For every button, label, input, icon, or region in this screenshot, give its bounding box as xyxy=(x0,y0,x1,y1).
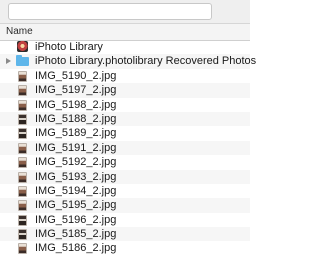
jpg-thumbnail-icon xyxy=(18,243,27,255)
file-name: IMG_5186_2.jpg xyxy=(35,242,117,255)
file-name: IMG_5188_2.jpg xyxy=(35,112,117,125)
jpg-thumbnail-icon xyxy=(18,214,27,226)
jpg-thumbnail-icon xyxy=(18,113,27,125)
jpg-thumbnail-icon xyxy=(18,200,27,212)
file-row[interactable]: IMG_5191_2.jpg xyxy=(0,140,250,156)
file-name: IMG_5191_2.jpg xyxy=(35,141,117,154)
file-row[interactable]: IMG_5195_2.jpg xyxy=(0,198,250,213)
file-row[interactable]: iPhoto Library.photolibrary Recovered Ph… xyxy=(0,54,256,69)
file-row[interactable]: IMG_5193_2.jpg xyxy=(0,169,250,184)
jpg-thumbnail-icon xyxy=(18,185,27,197)
iphoto-library-icon xyxy=(17,41,28,52)
file-name: IMG_5194_2.jpg xyxy=(35,184,117,197)
jpg-thumbnail-icon xyxy=(18,85,27,97)
jpg-thumbnail-icon xyxy=(18,229,27,241)
disclosure-triangle-icon[interactable] xyxy=(6,58,11,65)
file-name: IMG_5196_2.jpg xyxy=(35,213,117,226)
jpg-thumbnail-icon xyxy=(18,171,27,183)
file-list: iPhoto Library iPhoto Library.photolibrar… xyxy=(0,40,256,256)
file-name: IMG_5185_2.jpg xyxy=(35,228,117,241)
file-name: IMG_5190_2.jpg xyxy=(35,69,117,82)
file-name: IMG_5198_2.jpg xyxy=(35,98,117,111)
file-row[interactable]: iPhoto Library xyxy=(0,40,250,54)
file-name: IMG_5189_2.jpg xyxy=(35,127,117,140)
file-row[interactable]: IMG_5188_2.jpg xyxy=(0,111,250,127)
jpg-thumbnail-icon xyxy=(18,99,27,111)
name-column-header[interactable]: Name xyxy=(0,23,250,41)
jpg-thumbnail-icon xyxy=(18,142,27,154)
file-row[interactable]: IMG_5197_2.jpg xyxy=(0,83,250,98)
file-name: IMG_5197_2.jpg xyxy=(35,84,117,97)
jpg-thumbnail-icon xyxy=(18,70,27,82)
file-row[interactable]: IMG_5192_2.jpg xyxy=(0,155,250,169)
file-row[interactable]: IMG_5198_2.jpg xyxy=(0,98,250,112)
file-row[interactable]: IMG_5189_2.jpg xyxy=(0,126,250,140)
file-name: IMG_5195_2.jpg xyxy=(35,199,117,212)
file-name: iPhoto Library.photolibrary Recovered Ph… xyxy=(35,55,257,68)
file-name: IMG_5192_2.jpg xyxy=(35,156,117,169)
folder-icon xyxy=(16,55,29,67)
file-row[interactable]: IMG_5190_2.jpg xyxy=(0,69,250,83)
file-row[interactable]: IMG_5186_2.jpg xyxy=(0,241,250,255)
file-name: IMG_5193_2.jpg xyxy=(35,170,117,183)
jpg-thumbnail-icon xyxy=(18,128,27,140)
toolbar-field[interactable] xyxy=(8,3,212,20)
file-name: iPhoto Library xyxy=(35,41,103,53)
file-row[interactable]: IMG_5185_2.jpg xyxy=(0,227,250,242)
file-row[interactable]: IMG_5196_2.jpg xyxy=(0,213,250,227)
jpg-thumbnail-icon xyxy=(18,157,27,169)
name-column-header-label: Name xyxy=(6,26,33,37)
file-row[interactable]: IMG_5194_2.jpg xyxy=(0,184,250,198)
toolbar xyxy=(0,0,250,23)
